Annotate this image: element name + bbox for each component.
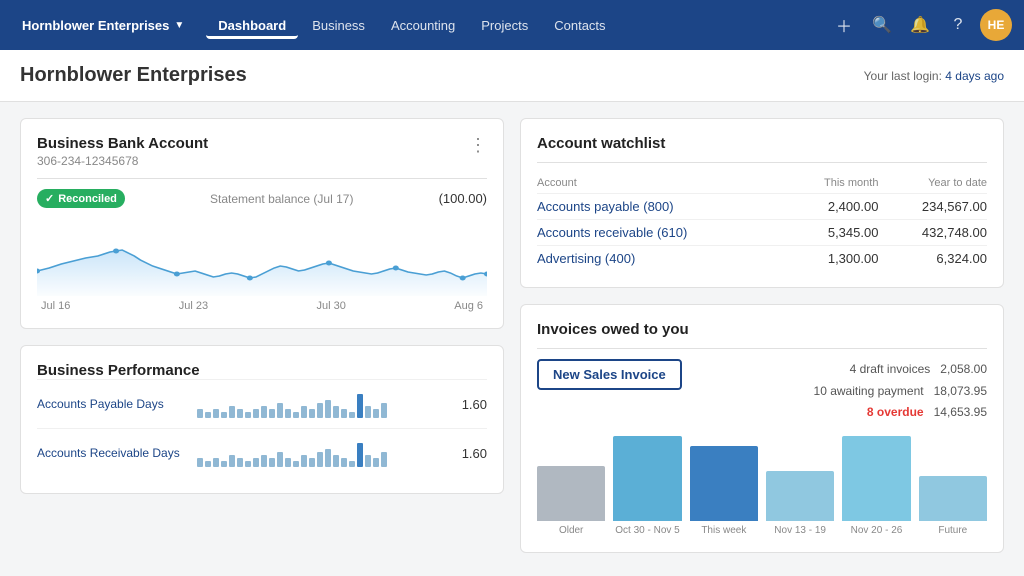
bar — [690, 446, 758, 521]
check-icon: ✓ — [45, 192, 54, 205]
bar — [842, 436, 910, 521]
bar-group: Nov 20 - 26 — [842, 436, 910, 536]
watchlist-col-ytd: Year to date — [878, 173, 987, 194]
main-content: Business Bank Account 306-234-12345678 ⋮… — [0, 102, 1024, 569]
bar-label: Older — [559, 525, 583, 536]
bar-group: Older — [537, 436, 605, 536]
help-icon[interactable]: ? — [942, 9, 974, 41]
watchlist-ytd: 234,567.00 — [878, 194, 987, 220]
page-title: Hornblower Enterprises — [20, 64, 247, 87]
invoice-stats: 4 draft invoices 2,058.00 10 awaiting pa… — [814, 359, 987, 424]
watchlist-account[interactable]: Advertising (400) — [537, 246, 788, 272]
watchlist-row: Advertising (400) 1,300.00 6,324.00 — [537, 246, 987, 272]
nav-business[interactable]: Business — [300, 12, 377, 39]
brand-button[interactable]: Hornblower Enterprises ▼ — [12, 12, 194, 39]
performance-card: Business Performance Accounts Payable Da… — [20, 345, 504, 494]
invoices-title: Invoices owed to you — [537, 321, 987, 338]
brand-chevron-icon: ▼ — [174, 20, 184, 31]
nav-links: Dashboard Business Accounting Projects C… — [206, 12, 824, 39]
invoice-stat: 4 draft invoices 2,058.00 — [814, 359, 987, 381]
watchlist-thismonth: 1,300.00 — [788, 246, 879, 272]
watchlist-account[interactable]: Accounts receivable (610) — [537, 220, 788, 246]
watchlist-col-account: Account — [537, 173, 788, 194]
bar-label: This week — [701, 525, 746, 536]
bank-account-title: Business Bank Account — [37, 135, 208, 152]
statement-label: Statement balance (Jul 17) — [133, 192, 431, 206]
nav-actions: ＋ 🔍 🔔 ? HE — [828, 9, 1012, 41]
invoices-header: New Sales Invoice 4 draft invoices 2,058… — [537, 359, 987, 424]
perf-row-1: Accounts Receivable Days 1.60 — [37, 428, 487, 477]
watchlist-ytd: 432,748.00 — [878, 220, 987, 246]
page-header: Hornblower Enterprises Your last login: … — [0, 50, 1024, 102]
search-icon[interactable]: 🔍 — [866, 9, 898, 41]
bar-label: Nov 20 - 26 — [851, 525, 903, 536]
bell-icon[interactable]: 🔔 — [904, 9, 936, 41]
perf-value-1: 1.60 — [457, 446, 487, 461]
bar-group: Nov 13 - 19 — [766, 436, 834, 536]
brand-name: Hornblower Enterprises — [22, 18, 169, 33]
bar — [919, 476, 987, 521]
watchlist-col-thismonth: This month — [788, 173, 879, 194]
bar-group: Future — [919, 436, 987, 536]
bar-group: This week — [690, 436, 758, 536]
new-invoice-button[interactable]: New Sales Invoice — [537, 359, 682, 390]
perf-bars-0 — [197, 390, 447, 418]
bar — [766, 471, 834, 521]
watchlist-account[interactable]: Accounts payable (800) — [537, 194, 788, 220]
bar-label: Nov 13 - 19 — [774, 525, 826, 536]
bar-label: Oct 30 - Nov 5 — [615, 525, 679, 536]
invoices-card: Invoices owed to you New Sales Invoice 4… — [520, 304, 1004, 553]
bank-account-number: 306-234-12345678 — [37, 154, 208, 168]
perf-row-0: Accounts Payable Days 1.60 — [37, 379, 487, 428]
nav-contacts[interactable]: Contacts — [542, 12, 617, 39]
bank-chart — [37, 216, 487, 296]
watchlist-table: Account This month Year to date Accounts… — [537, 173, 987, 271]
last-login: Your last login: 4 days ago — [864, 69, 1004, 83]
nav-accounting[interactable]: Accounting — [379, 12, 467, 39]
watchlist-row: Accounts receivable (610) 5,345.00 432,7… — [537, 220, 987, 246]
invoice-stat: 8 overdue 14,653.95 — [814, 402, 987, 424]
nav-projects[interactable]: Projects — [469, 12, 540, 39]
navbar: Hornblower Enterprises ▼ Dashboard Busin… — [0, 0, 1024, 50]
perf-label-0[interactable]: Accounts Payable Days — [37, 397, 187, 411]
perf-bars-1 — [197, 439, 447, 467]
bar — [537, 466, 605, 521]
bar-group: Oct 30 - Nov 5 — [613, 436, 681, 536]
bank-account-card: Business Bank Account 306-234-12345678 ⋮… — [20, 118, 504, 329]
nav-dashboard[interactable]: Dashboard — [206, 12, 298, 39]
watchlist-thismonth: 2,400.00 — [788, 194, 879, 220]
bar — [613, 436, 681, 521]
watchlist-ytd: 6,324.00 — [878, 246, 987, 272]
watchlist-row: Accounts payable (800) 2,400.00 234,567.… — [537, 194, 987, 220]
statement-amount: (100.00) — [439, 191, 487, 206]
reconcile-badge: ✓ Reconciled — [37, 189, 125, 208]
watchlist-thismonth: 5,345.00 — [788, 220, 879, 246]
add-icon[interactable]: ＋ — [828, 9, 860, 41]
reconcile-row: ✓ Reconciled Statement balance (Jul 17) … — [37, 189, 487, 208]
performance-title: Business Performance — [37, 362, 487, 379]
watchlist-card: Account watchlist Account This month Yea… — [520, 118, 1004, 288]
watchlist-title: Account watchlist — [537, 135, 987, 152]
invoice-bar-chart: Older Oct 30 - Nov 5 This week Nov 13 - … — [537, 436, 987, 536]
invoice-stat: 10 awaiting payment 18,073.95 — [814, 381, 987, 403]
more-options-icon[interactable]: ⋮ — [469, 135, 487, 156]
avatar[interactable]: HE — [980, 9, 1012, 41]
perf-label-1[interactable]: Accounts Receivable Days — [37, 446, 187, 460]
bar-label: Future — [938, 525, 967, 536]
chart-labels: Jul 16 Jul 23 Jul 30 Aug 6 — [37, 300, 487, 312]
perf-value-0: 1.60 — [457, 397, 487, 412]
